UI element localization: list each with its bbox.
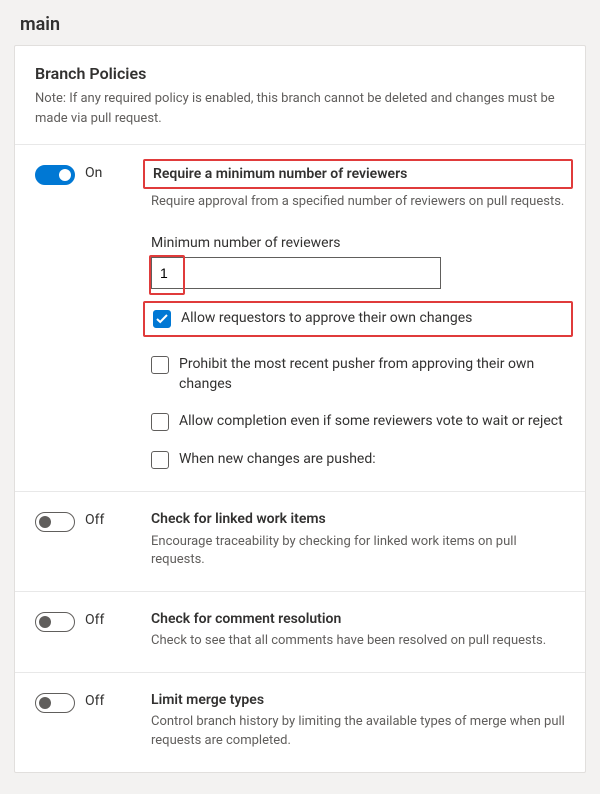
policy-title-limit-merge: Limit merge types [151, 691, 264, 709]
section-title: Branch Policies [35, 64, 565, 83]
toggle-knob [39, 516, 51, 528]
section-note: Note: If any required policy is enabled,… [35, 89, 565, 128]
toggle-col: On [35, 163, 135, 469]
toggle-label: On [85, 165, 102, 181]
policy-title-min-reviewers: Require a minimum number of reviewers [153, 165, 407, 183]
toggle-knob [39, 697, 51, 709]
policy-desc: Require approval from a specified number… [151, 193, 565, 211]
policy-comment-resolution: Off Check for comment resolution Check t… [15, 592, 585, 673]
checkbox-allow-self[interactable]: Allow requestors to approve their own ch… [153, 309, 563, 329]
checkbox-label: Prohibit the most recent pusher from app… [179, 355, 565, 394]
policy-content: Check for comment resolution Check to se… [151, 610, 565, 650]
checkbox-icon [151, 451, 169, 469]
checkbox-new-changes[interactable]: When new changes are pushed: [151, 450, 565, 470]
policy-limit-merge: Off Limit merge types Control branch his… [15, 673, 585, 772]
checkbox-icon [151, 413, 169, 431]
toggle-knob [59, 169, 71, 181]
check-icon [153, 310, 171, 328]
toggle-comment-resolution[interactable] [35, 612, 75, 632]
checkbox-prohibit-pusher[interactable]: Prohibit the most recent pusher from app… [151, 355, 565, 394]
toggle-label: Off [85, 693, 104, 709]
policy-title-linked-work-items: Check for linked work items [151, 510, 326, 528]
toggle-limit-merge[interactable] [35, 693, 75, 713]
policy-linked-work-items: Off Check for linked work items Encourag… [15, 492, 585, 592]
toggle-label: Off [85, 612, 104, 628]
policy-title-comment-resolution: Check for comment resolution [151, 610, 341, 628]
policy-content: Limit merge types Control branch history… [151, 691, 565, 750]
card-header: Branch Policies Note: If any required po… [15, 46, 585, 145]
toggle-col: Off [35, 510, 135, 569]
toggle-col: Off [35, 691, 135, 750]
policy-min-reviewers: On Require a minimum number of reviewers… [15, 145, 585, 492]
checkbox-label: Allow completion even if some reviewers … [179, 412, 563, 432]
checkbox-label: Allow requestors to approve their own ch… [181, 309, 472, 329]
field-label-min-reviewers: Minimum number of reviewers [151, 235, 565, 251]
toggle-min-reviewers[interactable] [35, 165, 75, 185]
toggle-label: Off [85, 512, 104, 528]
checkbox-label: When new changes are pushed: [179, 450, 376, 470]
toggle-col: Off [35, 610, 135, 650]
min-reviewers-input[interactable] [151, 257, 441, 289]
toggle-knob [39, 616, 51, 628]
min-reviewers-field: Minimum number of reviewers [151, 235, 565, 289]
policy-content: Check for linked work items Encourage tr… [151, 510, 565, 569]
page-title: main [20, 14, 586, 35]
policy-desc: Encourage traceability by checking for l… [151, 533, 565, 569]
toggle-linked-work-items[interactable] [35, 512, 75, 532]
policy-desc: Control branch history by limiting the a… [151, 713, 565, 749]
highlight-title: Require a minimum number of reviewers [143, 159, 573, 189]
input-highlight [151, 257, 565, 289]
policy-desc: Check to see that all comments have been… [151, 632, 565, 650]
branch-policies-card: Branch Policies Note: If any required po… [14, 45, 586, 773]
highlight-allow-self: Allow requestors to approve their own ch… [143, 301, 573, 337]
checkbox-allow-completion[interactable]: Allow completion even if some reviewers … [151, 412, 565, 432]
checkbox-icon [151, 356, 169, 374]
policy-content: Require a minimum number of reviewers Re… [151, 163, 565, 469]
